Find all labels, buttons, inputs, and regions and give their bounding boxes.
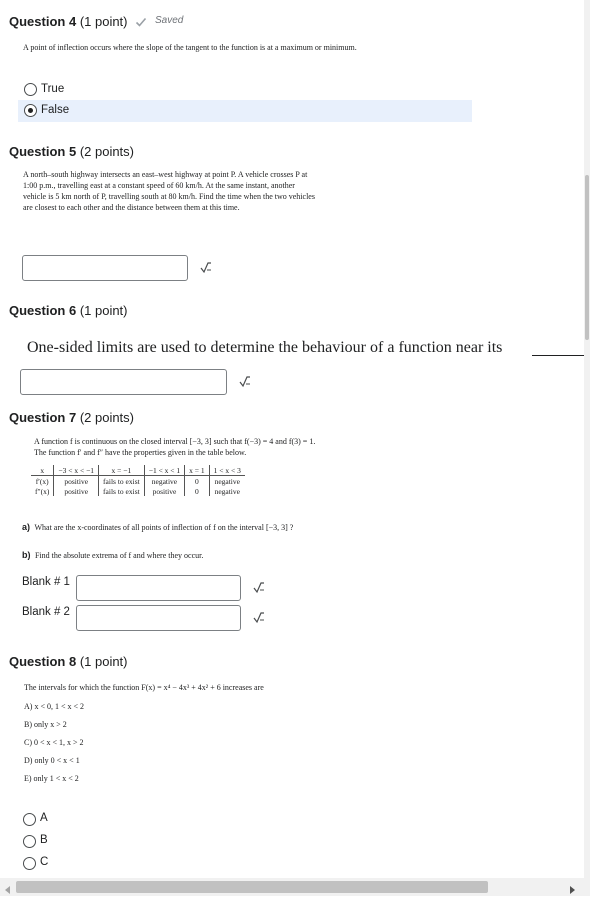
saved-status: Saved: [155, 15, 184, 26]
table-header-row: x −3 < x < −1 x = −1 −1 < x < 1 x = 1 1 …: [31, 465, 245, 476]
arrow-right-icon[interactable]: [567, 882, 577, 900]
arrow-left-icon[interactable]: [3, 882, 13, 900]
blank-2-input[interactable]: [76, 605, 241, 631]
vertical-scroll-thumb[interactable]: [585, 175, 589, 340]
part-b-label: b): [22, 550, 31, 560]
q5-heading: Question 5 (2 points): [9, 144, 134, 159]
radio-false[interactable]: [24, 104, 37, 117]
q4-option-false[interactable]: False: [18, 100, 472, 122]
horizontal-scroll-thumb[interactable]: [16, 881, 488, 893]
q8-option-a[interactable]: A: [18, 810, 218, 830]
radio-true[interactable]: [24, 83, 37, 96]
q7-part-b: b) Find the absolute extrema of f and wh…: [22, 545, 203, 563]
radio-a[interactable]: [23, 813, 36, 826]
table-cell: negative: [143, 475, 185, 486]
blank-2-label: Blank # 2: [22, 606, 70, 618]
radio-b[interactable]: [23, 835, 36, 848]
q4-option-true[interactable]: True: [18, 79, 472, 100]
part-a-label: a): [22, 522, 31, 532]
table-cell: fails to exist: [98, 486, 145, 496]
table-header-cell: −1 < x < 1: [143, 465, 185, 476]
table-cell: f′(x): [35, 476, 49, 486]
q6-blank-line: [532, 355, 590, 356]
q8-heading: Question 8 (1 point): [9, 654, 128, 669]
q8-option-c[interactable]: C: [18, 854, 218, 874]
blank-1-label: Blank # 1: [22, 576, 70, 588]
vertical-scrollbar[interactable]: [584, 0, 590, 878]
table-cell: positive: [53, 475, 99, 486]
q7-points: (2 points): [79, 410, 135, 425]
part-b-text: Find the absolute extrema of f and where…: [34, 551, 204, 560]
q6-answer-input[interactable]: [20, 369, 227, 395]
q8-title: Question 8: [9, 654, 77, 669]
q5-title: Question 5: [9, 144, 77, 159]
q6-question-text: One-sided limits are used to determine t…: [27, 339, 503, 356]
table-cell: f″(x): [35, 486, 50, 496]
table-header-cell: x = 1: [184, 465, 210, 476]
q7-properties-table: x −3 < x < −1 x = −1 −1 < x < 1 x = 1 1 …: [31, 465, 245, 496]
part-a-text: What are the x-coordinates of all points…: [34, 523, 294, 532]
q6-heading: Question 6 (1 point): [9, 303, 128, 318]
q7-text-2: The function f′ and f″ have the properti…: [34, 448, 247, 457]
equation-editor-icon[interactable]: [252, 581, 266, 600]
option-label-a: A: [40, 812, 48, 824]
table-cell: positive: [143, 486, 185, 496]
q5-answer-input[interactable]: [22, 255, 188, 281]
horizontal-scrollbar[interactable]: [0, 878, 590, 896]
q7-part-a: a) What are the x-coordinates of all poi…: [22, 517, 293, 535]
table-header-cell: −3 < x < −1: [53, 465, 99, 476]
q7-heading: Question 7 (2 points): [9, 410, 134, 425]
table-header-cell: x = −1: [98, 465, 145, 476]
option-label-false: False: [41, 104, 70, 116]
table-header-cell: x: [31, 465, 54, 476]
table-cell: 0: [184, 475, 210, 486]
q7-title: Question 7: [9, 410, 77, 425]
table-cell: negative: [208, 475, 245, 486]
table-cell: positive: [53, 486, 99, 496]
q8-question-text: The intervals for which the function F(x…: [24, 683, 264, 692]
q5-question-text: A north–south highway intersects an east…: [23, 170, 315, 212]
q8-choice: C) 0 < x < 1, x > 2: [24, 738, 84, 747]
q8-choice: E) only 1 < x < 2: [24, 774, 79, 783]
equation-editor-icon[interactable]: [252, 611, 266, 630]
blank-1-input[interactable]: [76, 575, 241, 601]
option-label-c: C: [40, 856, 49, 868]
equation-editor-icon[interactable]: [199, 261, 213, 280]
q4-title: Question 4: [9, 14, 77, 29]
q5-points: (2 points): [79, 144, 135, 159]
q4-points: (1 point): [79, 14, 128, 29]
q8-choice: D) only 0 < x < 1: [24, 756, 80, 765]
q4-heading: Question 4 (1 point): [9, 14, 128, 29]
table-cell: fails to exist: [98, 475, 145, 486]
table-row: f′(x) positive fails to exist negative 0…: [31, 475, 245, 486]
q8-choice: B) only x > 2: [24, 720, 67, 729]
radio-c[interactable]: [23, 857, 36, 870]
option-label-b: B: [40, 834, 48, 846]
table-cell: negative: [208, 486, 245, 496]
q6-points: (1 point): [79, 303, 128, 318]
equation-editor-icon[interactable]: [238, 375, 252, 394]
q8-points: (1 point): [79, 654, 128, 669]
q6-title: Question 6: [9, 303, 77, 318]
q8-option-b[interactable]: B: [18, 832, 218, 852]
option-label-true: True: [41, 83, 65, 95]
check-icon: [135, 15, 147, 33]
q7-text-1: A function f is continuous on the closed…: [34, 437, 316, 446]
table-header-cell: 1 < x < 3: [208, 465, 245, 476]
q8-choice: A) x < 0, 1 < x < 2: [24, 702, 84, 711]
table-row: f″(x) positive fails to exist positive 0…: [31, 486, 245, 496]
table-cell: 0: [184, 486, 210, 496]
q4-question-text: A point of inflection occurs where the s…: [23, 43, 357, 52]
